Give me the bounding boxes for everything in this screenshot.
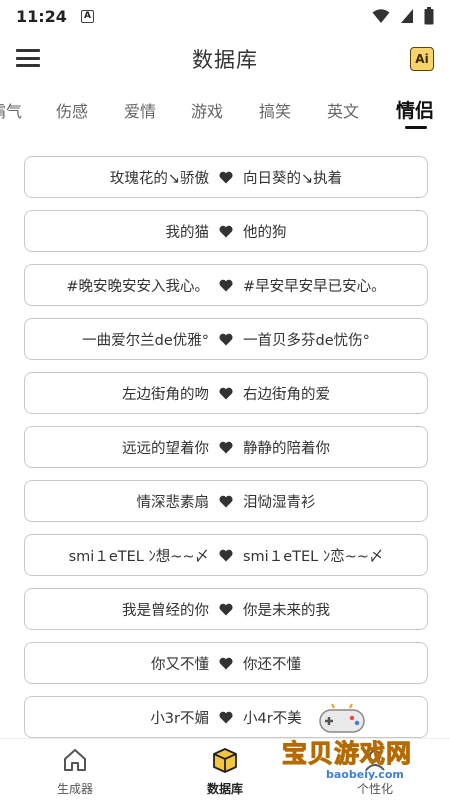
right-name: 他的狗 bbox=[243, 224, 287, 241]
nav-generator[interactable]: 生成器 bbox=[35, 747, 115, 797]
list-item[interactable]: 我是曾经的你 你是未来的我 bbox=[24, 588, 428, 630]
list-item[interactable]: 我的猫 他的狗 bbox=[24, 210, 428, 252]
heart-icon bbox=[219, 386, 233, 400]
database-box-icon bbox=[213, 748, 237, 773]
heart-icon bbox=[219, 170, 233, 184]
left-name: 一曲爱尔兰de优雅° bbox=[82, 332, 209, 349]
left-name: smi１eTEL ﾝ想~~〆 bbox=[68, 548, 209, 565]
tab-sad[interactable]: 伤感 bbox=[56, 98, 88, 122]
nav-label: 生成器 bbox=[56, 782, 93, 796]
left-name: 我的猫 bbox=[165, 224, 210, 241]
couple-name-list: 玫瑰花的↘骄傲 向日葵的↘执着 我的猫 他的狗 #晚安晚安安入我心。 #早安早安… bbox=[24, 156, 428, 750]
right-name: 你是未来的我 bbox=[243, 602, 330, 619]
nav-personalize[interactable]: 个性化 bbox=[335, 747, 415, 797]
left-name: 我是曾经的你 bbox=[122, 602, 209, 619]
wifi-icon bbox=[372, 9, 390, 23]
nav-database[interactable]: 数据库 bbox=[185, 747, 265, 797]
heart-icon bbox=[219, 494, 233, 508]
left-name: 小3r不媚 bbox=[150, 710, 209, 727]
nav-label: 个性化 bbox=[356, 782, 393, 796]
left-name: 远远的望着你 bbox=[122, 440, 209, 457]
left-name: 情深悲素扇 bbox=[136, 494, 210, 511]
list-item[interactable]: 玫瑰花的↘骄傲 向日葵的↘执着 bbox=[24, 156, 428, 198]
bottom-nav: 生成器 数据库 个性化 bbox=[0, 738, 450, 800]
ai-button[interactable]: Ai bbox=[410, 47, 434, 71]
list-item[interactable]: 你又不懂 你还不懂 bbox=[24, 642, 428, 684]
heart-icon bbox=[219, 710, 233, 724]
left-name: 玫瑰花的↘骄傲 bbox=[109, 170, 209, 187]
heart-icon bbox=[219, 548, 233, 562]
battery-icon bbox=[424, 7, 434, 25]
cell-signal-icon bbox=[401, 9, 413, 23]
heart-icon bbox=[219, 656, 233, 670]
list-item[interactable]: smi１eTEL ﾝ想~~〆 smi１eTEL ﾝ恋~~〆 bbox=[24, 534, 428, 576]
status-time: 11:24 bbox=[16, 6, 67, 26]
tab-love[interactable]: 爱情 bbox=[124, 98, 156, 122]
right-name: 向日葵的↘执着 bbox=[243, 170, 343, 187]
right-name: 一首贝多芬de忧伤° bbox=[243, 332, 370, 349]
heart-icon bbox=[219, 440, 233, 454]
tab-game[interactable]: 游戏 bbox=[191, 98, 223, 122]
right-name: 小4r不美 bbox=[243, 710, 302, 727]
tab-english[interactable]: 英文 bbox=[327, 98, 359, 122]
tab-domineering[interactable]: 霸气 bbox=[0, 98, 22, 122]
status-bar: 11:24 A bbox=[0, 0, 450, 32]
home-icon bbox=[64, 749, 86, 771]
right-name: #早安早安早已安心。 bbox=[243, 278, 386, 295]
tab-couple[interactable]: 情侣 bbox=[396, 96, 434, 123]
menu-icon[interactable] bbox=[16, 46, 40, 70]
right-name: smi１eTEL ﾝ恋~~〆 bbox=[243, 548, 384, 565]
app-bar: 数据库 Ai bbox=[0, 32, 450, 86]
page-title: 数据库 bbox=[192, 48, 258, 72]
nav-label: 数据库 bbox=[206, 782, 243, 796]
notification-icon: A bbox=[80, 9, 94, 23]
status-icons bbox=[372, 7, 434, 25]
heart-icon bbox=[219, 602, 233, 616]
right-name: 你还不懂 bbox=[243, 656, 301, 673]
personalize-icon bbox=[365, 750, 385, 771]
list-item[interactable]: 左边街角的吻 右边街角的爱 bbox=[24, 372, 428, 414]
tab-funny[interactable]: 搞笑 bbox=[259, 98, 291, 122]
category-tabs: 霸气 伤感 爱情 游戏 搞笑 英文 情侣 bbox=[0, 86, 450, 132]
left-name: #晚安晚安安入我心。 bbox=[66, 278, 209, 295]
right-name: 右边街角的爱 bbox=[243, 386, 330, 403]
left-name: 你又不懂 bbox=[151, 656, 209, 673]
heart-icon bbox=[219, 332, 233, 346]
list-item[interactable]: 情深悲素扇 泪恸湿青衫 bbox=[24, 480, 428, 522]
list-item[interactable]: 一曲爱尔兰de优雅° 一首贝多芬de忧伤° bbox=[24, 318, 428, 360]
list-item[interactable]: 小3r不媚 小4r不美 bbox=[24, 696, 428, 738]
left-name: 左边街角的吻 bbox=[122, 386, 209, 403]
right-name: 泪恸湿青衫 bbox=[243, 494, 316, 511]
list-item[interactable]: 远远的望着你 静静的陪着你 bbox=[24, 426, 428, 468]
active-tab-indicator bbox=[405, 126, 427, 129]
heart-icon bbox=[219, 224, 233, 238]
heart-icon bbox=[219, 278, 233, 292]
list-item[interactable]: #晚安晚安安入我心。 #早安早安早已安心。 bbox=[24, 264, 428, 306]
right-name: 静静的陪着你 bbox=[243, 440, 330, 457]
